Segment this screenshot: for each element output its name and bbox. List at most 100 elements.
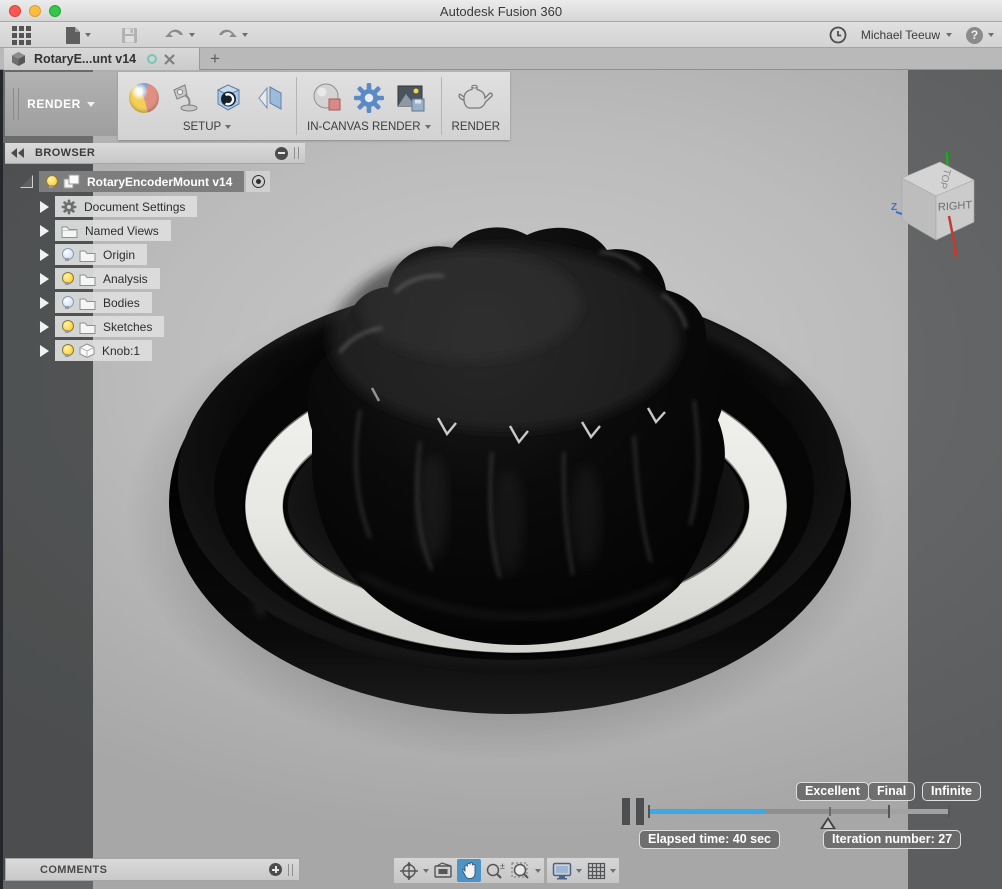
tree-row[interactable]: Named Views xyxy=(40,219,171,242)
svg-text:±: ± xyxy=(500,861,505,871)
pan-button[interactable] xyxy=(457,859,481,882)
collapsed-triangle-icon[interactable] xyxy=(40,297,49,309)
render-button[interactable] xyxy=(454,82,498,114)
texture-map-icon xyxy=(255,83,285,113)
file-menu-button[interactable] xyxy=(65,26,91,45)
panel-resize-grip[interactable] xyxy=(288,864,293,876)
visibility-bulb-icon[interactable] xyxy=(61,272,72,286)
redo-button[interactable] xyxy=(217,27,248,43)
collapsed-triangle-icon[interactable] xyxy=(40,249,49,261)
visibility-bulb-icon[interactable] xyxy=(61,320,72,334)
browser-header[interactable]: BROWSER xyxy=(5,143,305,164)
grid-snap-button[interactable] xyxy=(584,859,608,882)
pause-render-button[interactable] xyxy=(622,798,646,825)
tree-item-label: Sketches xyxy=(103,320,152,334)
render-progress-extra xyxy=(889,809,950,814)
new-tab-plus-icon: + xyxy=(210,49,220,69)
quality-badge-infinite: Infinite xyxy=(922,782,981,801)
display-settings-button[interactable] xyxy=(550,859,574,882)
ribbon-group-in-canvas-render: IN-CANVAS RENDER xyxy=(297,72,441,140)
redo-icon xyxy=(217,27,238,43)
folder-icon xyxy=(79,248,96,262)
visibility-bulb-icon[interactable] xyxy=(61,344,72,358)
app-grid-icon[interactable] xyxy=(12,25,33,45)
tree-item-label: Knob:1 xyxy=(102,344,140,358)
collapsed-triangle-icon[interactable] xyxy=(40,201,49,213)
tree-row[interactable]: Origin xyxy=(40,243,147,266)
collapsed-triangle-icon[interactable] xyxy=(40,225,49,237)
activate-component-radio[interactable] xyxy=(246,171,270,192)
in-canvas-render-button[interactable] xyxy=(311,82,343,114)
save-icon[interactable] xyxy=(121,27,138,44)
zoom-window-button[interactable] xyxy=(509,859,533,882)
appearance-button[interactable] xyxy=(128,82,160,114)
collapsed-triangle-icon[interactable] xyxy=(40,273,49,285)
panel-resize-grip[interactable] xyxy=(294,147,299,159)
user-menu[interactable]: Michael Teeuw xyxy=(861,28,952,42)
setup-group-label[interactable]: SETUP xyxy=(183,121,231,133)
workspace-selector[interactable]: RENDER xyxy=(5,72,117,136)
tree-row[interactable]: Bodies xyxy=(40,291,152,314)
orbit-dropdown-icon[interactable] xyxy=(423,869,429,873)
close-tab-icon[interactable] xyxy=(164,54,175,65)
z-axis-line xyxy=(896,212,902,214)
texture-map-controls-button[interactable] xyxy=(254,82,286,114)
zoom-dropdown-icon[interactable] xyxy=(535,869,541,873)
render-settings-button[interactable] xyxy=(353,82,385,114)
tree-row[interactable]: Sketches xyxy=(40,315,164,338)
in-canvas-render-group-label[interactable]: IN-CANVAS RENDER xyxy=(307,121,431,133)
workspace-label: RENDER xyxy=(27,97,81,111)
add-comment-icon[interactable] xyxy=(269,863,282,876)
tree-row-root[interactable]: RotaryEncoderMount v14 xyxy=(20,170,270,193)
collapsed-triangle-icon[interactable] xyxy=(40,345,49,357)
z-axis-label: Z xyxy=(891,202,897,213)
tree-row[interactable]: Knob:1 xyxy=(40,339,152,362)
undo-button[interactable] xyxy=(164,27,195,43)
folder-icon xyxy=(79,272,96,286)
tree-item-label: Analysis xyxy=(103,272,148,286)
unsaved-indicator-icon xyxy=(147,54,157,64)
quality-slider-marker[interactable] xyxy=(820,817,836,829)
user-name-label: Michael Teeuw xyxy=(861,28,940,42)
help-menu[interactable]: ? xyxy=(966,27,994,44)
viewcube-front-label[interactable]: RIGHT xyxy=(938,199,972,213)
job-status-clock-icon[interactable] xyxy=(829,26,847,44)
tree-item-label: Named Views xyxy=(85,224,159,238)
scene-settings-button[interactable] xyxy=(170,82,202,114)
visibility-bulb-icon[interactable] xyxy=(61,296,72,310)
decal-icon xyxy=(212,82,244,114)
in-canvas-render-icon xyxy=(311,82,343,114)
tree-row[interactable]: Document Settings xyxy=(40,195,197,218)
grid-dropdown-icon[interactable] xyxy=(610,869,616,873)
comments-bar[interactable]: COMMENTS xyxy=(5,858,300,881)
quality-badge-final: Final xyxy=(868,782,915,801)
quality-badge-excellent: Excellent xyxy=(796,782,869,801)
decal-button[interactable] xyxy=(212,82,244,114)
new-tab-button[interactable]: + xyxy=(202,48,228,70)
render-progress-track[interactable] xyxy=(648,809,950,814)
viewcube[interactable]: TOP RIGHT Y X Z xyxy=(890,148,990,258)
folder-icon xyxy=(61,224,78,238)
collapsed-triangle-icon[interactable] xyxy=(40,321,49,333)
look-at-button[interactable] xyxy=(431,859,455,882)
zoom-button[interactable]: ± xyxy=(483,859,507,882)
visibility-bulb-icon[interactable] xyxy=(61,248,72,262)
document-tab-bar: RotaryE...unt v14 + xyxy=(0,48,1002,70)
undo-icon xyxy=(164,27,185,43)
ribbon-group-render: RENDER xyxy=(442,72,511,140)
capture-image-icon xyxy=(395,82,427,114)
pan-hand-icon xyxy=(460,861,478,880)
capture-image-button[interactable] xyxy=(395,82,427,114)
browser-title: BROWSER xyxy=(35,147,275,159)
orbit-button[interactable] xyxy=(397,859,421,882)
document-tab[interactable]: RotaryE...unt v14 xyxy=(4,48,200,70)
expand-triangle-icon[interactable] xyxy=(20,175,33,188)
collapse-panel-icon[interactable] xyxy=(11,148,25,158)
viewport-canvas[interactable]: TOP RIGHT Y X Z RENDER xyxy=(0,70,1002,889)
collapse-all-icon[interactable] xyxy=(275,147,288,160)
display-dropdown-icon[interactable] xyxy=(576,869,582,873)
visibility-bulb-icon[interactable] xyxy=(45,175,56,189)
render-teapot-icon xyxy=(456,82,496,114)
tree-row[interactable]: Analysis xyxy=(40,267,160,290)
tree-item-label: Document Settings xyxy=(84,200,185,214)
